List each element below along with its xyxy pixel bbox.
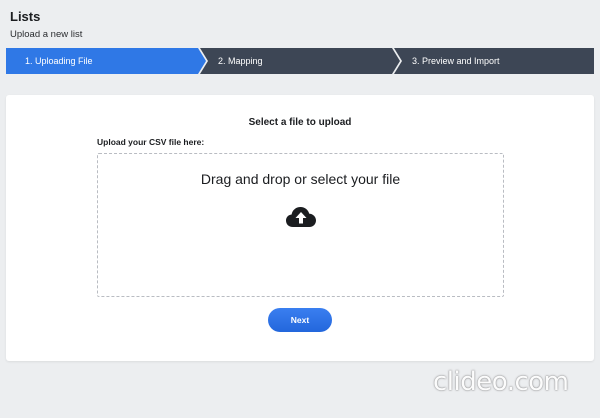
upload-field-label: Upload your CSV file here: — [97, 137, 205, 147]
page-header: Lists Upload a new list — [10, 9, 82, 40]
page-title: Lists — [10, 9, 41, 24]
step-1-label[interactable]: 1. Uploading File — [25, 48, 93, 74]
page-subtitle: Upload a new list — [10, 29, 83, 40]
wizard-stepper: 1. Uploading File 2. Mapping 3. Preview … — [6, 48, 594, 74]
clideo-watermark: clideo.com — [433, 367, 569, 397]
upload-card: Select a file to upload Upload your CSV … — [6, 95, 594, 361]
file-dropzone[interactable]: Drag and drop or select your file — [97, 153, 504, 297]
stepper-background — [6, 48, 594, 74]
card-heading: Select a file to upload — [248, 117, 352, 128]
dropzone-text: Drag and drop or select your file — [200, 171, 401, 187]
step-3-label[interactable]: 3. Preview and Import — [412, 48, 500, 74]
step-2-label[interactable]: 2. Mapping — [218, 48, 263, 74]
next-button[interactable]: Next — [268, 308, 332, 332]
cloud-upload-icon[interactable] — [285, 204, 317, 228]
